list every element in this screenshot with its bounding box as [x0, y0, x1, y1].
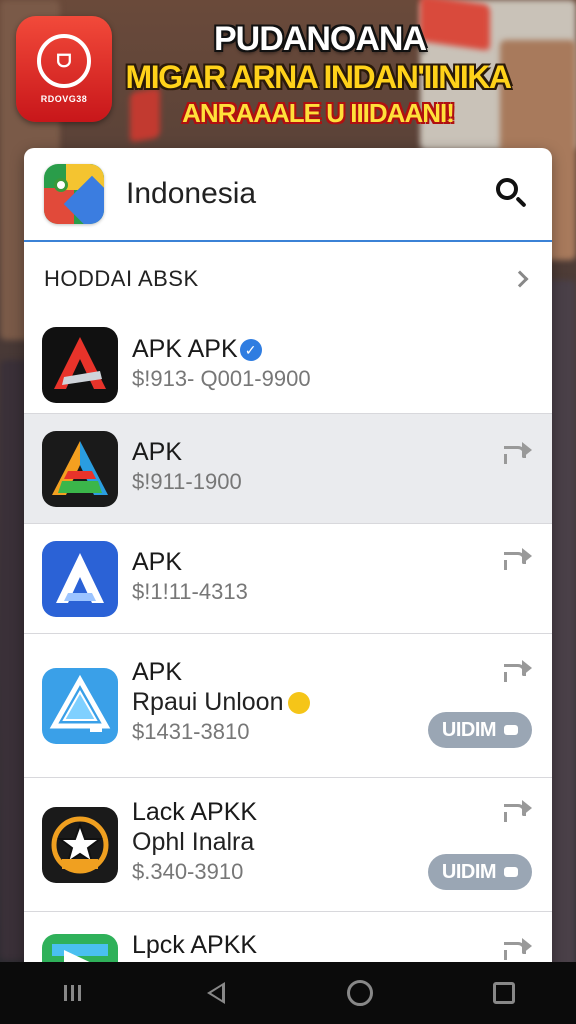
- red-a-logo-icon: [42, 326, 118, 403]
- search-query[interactable]: Indonesia: [126, 177, 492, 211]
- system-nav-bar: [0, 962, 576, 1024]
- back-icon[interactable]: [196, 973, 236, 1013]
- search-bar[interactable]: Indonesia: [24, 148, 552, 242]
- search-icon[interactable]: [492, 174, 532, 214]
- app-subtitle: Rpaui Unloon: [132, 687, 284, 716]
- recents-icon[interactable]: [52, 973, 92, 1013]
- share-icon[interactable]: [502, 658, 532, 682]
- section-title: HODDAI ABSK: [44, 266, 199, 291]
- share-icon[interactable]: [502, 440, 532, 464]
- app-price: $!913- Q001-9900: [132, 365, 311, 391]
- app-name: APK: [132, 437, 183, 466]
- headline-line-2: MIGAR ARNA INDAN'IINIKA: [125, 59, 512, 95]
- app-price: $!911-1900: [132, 468, 242, 494]
- star-badge-icon: [42, 806, 118, 883]
- blue-a-logo-icon: [42, 540, 118, 617]
- share-icon[interactable]: [502, 798, 532, 822]
- home-icon[interactable]: [340, 973, 380, 1013]
- app-name: Lack APKK: [132, 797, 258, 826]
- app-subtitle: Ophl Inalra: [132, 827, 255, 856]
- share-icon[interactable]: [502, 546, 532, 570]
- list-item[interactable]: APK $!1!11-4313: [24, 524, 552, 634]
- share-icon[interactable]: [502, 936, 532, 960]
- app-name: APK APK: [132, 334, 238, 363]
- app-price: $!1!11-4313: [132, 578, 248, 604]
- headline-line-3: ANRAAALE U IIIDAANI!: [182, 98, 455, 128]
- overview-icon[interactable]: [484, 973, 524, 1013]
- list-item[interactable]: Lack APKK Ophl Inalra $.340-3910 UIDIM: [24, 778, 552, 912]
- app-list-card: Indonesia HODDAI ABSK APK APK ✓ $!913- Q0…: [24, 148, 552, 978]
- maps-icon: [44, 164, 104, 224]
- list-item[interactable]: APK APK ✓ $!913- Q001-9900: [24, 316, 552, 414]
- rainbow-a-logo-icon: [42, 430, 118, 507]
- section-header[interactable]: HODDAI ABSK: [24, 242, 552, 316]
- app-name: APK: [132, 657, 183, 686]
- headline-line-1: PUDANOANA: [214, 20, 427, 58]
- install-button[interactable]: UIDIM: [428, 854, 532, 890]
- app-name: Lpck APKK: [132, 931, 258, 959]
- list-item[interactable]: APK Rpaui Unloon $1431-3810 UIDIM: [24, 634, 552, 778]
- install-button[interactable]: UIDIM: [428, 712, 532, 748]
- list-item[interactable]: APK $!911-1900: [24, 414, 552, 524]
- chevron-right-icon[interactable]: [511, 270, 529, 288]
- banner-headline: PUDANOANA MIGAR ARNA INDAN'IINIKA ANRAAA…: [120, 20, 576, 130]
- triangle-logo-icon: [42, 667, 118, 744]
- emoji-icon: [287, 691, 310, 714]
- verified-badge-icon: ✓: [239, 338, 262, 361]
- app-name: APK: [132, 547, 183, 576]
